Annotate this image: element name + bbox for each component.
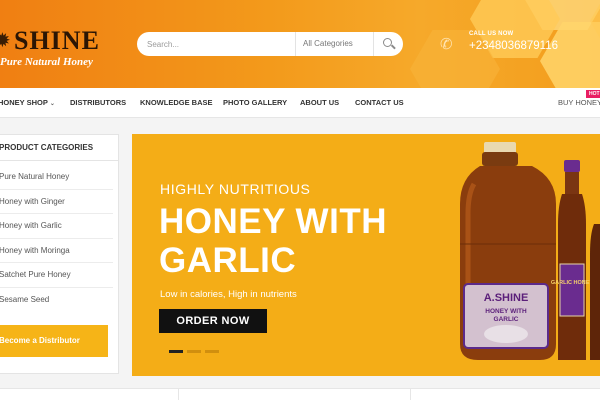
category-honey-with-ginger[interactable]: Honey with Ginger <box>0 190 113 214</box>
main-nav: HONEY SHOP ⌄ DISTRIBUTORS KNOWLEDGE BASE … <box>0 88 600 118</box>
honey-product-image: A.SHINE HONEY WITH GARLIC GARLIC HONEY <box>460 142 600 360</box>
banner-subtitle: HIGHLY NUTRITIOUS <box>160 181 311 197</box>
bee-icon: ✹ <box>0 28 11 52</box>
nav-honey-shop[interactable]: HONEY SHOP ⌄ <box>0 88 55 118</box>
product-categories-panel: PRODUCT CATEGORIES Pure Natural Honey Ho… <box>0 134 119 374</box>
bottle-label: GARLIC HONEY <box>551 280 594 286</box>
category-honey-with-garlic[interactable]: Honey with Garlic <box>0 214 113 239</box>
chevron-down-icon: ⌄ <box>49 101 55 107</box>
hero-banner: HIGHLY NUTRITIOUS HONEY WITH GARLIC Low … <box>132 134 600 376</box>
search-input[interactable] <box>147 36 297 52</box>
product-label-brand: A.SHINE <box>484 292 529 304</box>
category-pure-natural-honey[interactable]: Pure Natural Honey <box>0 165 113 190</box>
nav-about-us[interactable]: ABOUT US <box>300 88 339 118</box>
logo-name: SHINE <box>14 26 100 55</box>
order-now-button[interactable]: ORDER NOW <box>159 309 267 333</box>
nav-photo-gallery[interactable]: PHOTO GALLERY <box>223 88 287 118</box>
category-satchet-pure-honey[interactable]: Satchet Pure Honey <box>0 263 113 288</box>
call-us-label: CALL US NOW <box>469 31 514 37</box>
category-select[interactable]: All Categories <box>295 32 371 56</box>
nav-distributors[interactable]: DISTRIBUTORS <box>70 88 126 118</box>
hot-badge: HOT <box>586 90 600 98</box>
search-bar: All Categories <box>137 32 403 56</box>
logo-tagline: Pure Natural Honey <box>0 56 93 68</box>
nav-knowledge-base[interactable]: KNOWLEDGE BASE <box>140 88 213 118</box>
search-button[interactable] <box>373 32 403 56</box>
slide-dot-1[interactable] <box>169 350 183 353</box>
phone-number[interactable]: +2348036879116 <box>469 40 558 52</box>
category-honey-with-moringa[interactable]: Honey with Moringa <box>0 239 113 263</box>
slide-dot-3[interactable] <box>205 350 219 353</box>
sidebar-title: PRODUCT CATEGORIES <box>0 135 118 161</box>
category-sesame-seed[interactable]: Sesame Seed <box>0 288 113 313</box>
feature-strip <box>0 388 600 400</box>
slide-dot-2[interactable] <box>187 350 201 353</box>
product-label-line1: HONEY WITH <box>485 308 527 315</box>
nav-contact-us[interactable]: CONTACT US <box>355 88 404 118</box>
page: ✹ SHINE Pure Natural Honey All Categorie… <box>0 0 600 400</box>
banner-title: HONEY WITH GARLIC <box>159 202 387 280</box>
site-header: ✹ SHINE Pure Natural Honey All Categorie… <box>0 0 600 88</box>
product-label-line2: GARLIC <box>494 316 519 323</box>
banner-description: Low in calories, High in nutrients <box>160 289 297 300</box>
phone-icon: ✆ <box>440 35 453 53</box>
become-distributor-button[interactable]: Become a Distributor <box>0 325 108 357</box>
